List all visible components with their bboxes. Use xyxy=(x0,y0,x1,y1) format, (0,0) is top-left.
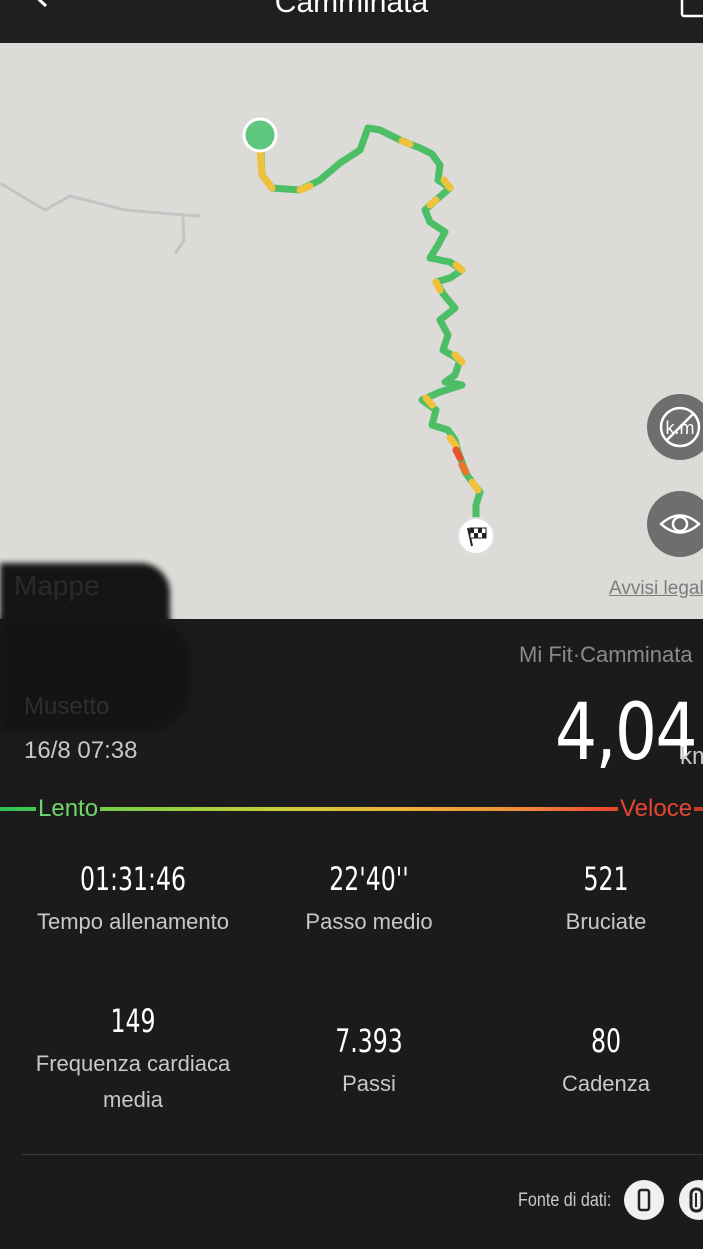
route-segment-medium xyxy=(446,434,460,450)
route-segment-medium xyxy=(426,196,440,209)
page-title: Camminata xyxy=(274,0,429,19)
route-segment-medium xyxy=(256,146,276,192)
route-segment-medium xyxy=(422,394,436,409)
nav-bar: Camminata xyxy=(0,0,703,43)
fitness-band-icon xyxy=(689,1187,703,1213)
stat-heart-rate: 149 Frequenza cardiaca media xyxy=(15,1002,251,1118)
data-source-label: Fonte di dati: xyxy=(518,1190,612,1211)
stat-value: 22'40'' xyxy=(329,860,409,898)
phone-source-button[interactable] xyxy=(624,1180,664,1220)
route-segment-medium xyxy=(452,261,466,274)
eye-icon xyxy=(659,514,701,534)
stat-avg-pace: 22'40'' Passo medio xyxy=(251,860,487,940)
apple-maps-logo: Mappe xyxy=(14,570,100,601)
km-off-icon: k.m xyxy=(659,406,701,448)
route-svg xyxy=(0,117,495,555)
username: Musetto xyxy=(24,693,110,720)
route-segment-medium xyxy=(432,278,444,294)
map-road xyxy=(173,216,186,255)
distance-value: 4,04 xyxy=(555,688,698,778)
stat-cadence: 80 Cadenza xyxy=(488,1022,703,1102)
stat-label: Passi xyxy=(342,1071,396,1096)
start-marker xyxy=(242,117,278,153)
stat-label: Passo medio xyxy=(305,909,433,934)
route-segment-medium xyxy=(440,176,454,192)
stat-value: 521 xyxy=(583,860,629,898)
share-icon[interactable] xyxy=(680,0,703,20)
phone-icon xyxy=(637,1188,651,1212)
stat-label: Bruciate xyxy=(565,909,647,934)
route-segment-slow xyxy=(458,461,470,476)
pace-fast-label: Veloce xyxy=(618,795,695,823)
stat-label: Frequenza cardiaca media xyxy=(35,1051,231,1112)
map-road xyxy=(0,181,201,218)
stat-value: 7.393 xyxy=(335,1022,403,1060)
stat-steps: 7.393 Passi xyxy=(251,1022,487,1102)
divider xyxy=(22,1154,703,1155)
route-segment-slow xyxy=(452,446,464,462)
pace-slow-label: Lento xyxy=(36,795,101,823)
route-segment-medium xyxy=(296,182,314,194)
legal-notices-link[interactable]: Avvisi legali xyxy=(609,578,703,600)
stat-calories: 521 Bruciate xyxy=(488,860,703,940)
route-segment-medium xyxy=(398,137,414,148)
workout-datetime: 16/8 07:38 xyxy=(24,737,138,764)
distance-unit: km xyxy=(680,743,703,770)
stat-value: 149 xyxy=(110,1002,156,1040)
route-segment-medium xyxy=(451,351,466,366)
band-source-button[interactable] xyxy=(679,1180,703,1220)
stat-value: 80 xyxy=(590,1022,622,1060)
workout-source: Mi Fit·Camminata xyxy=(519,642,693,667)
stat-duration: 01:31:46 Tempo allenamento xyxy=(15,860,251,940)
stat-label: Cadenza xyxy=(561,1071,651,1096)
route-segment-medium xyxy=(468,478,482,494)
stat-label: Tempo allenamento xyxy=(36,909,229,934)
stat-value: 01:31:46 xyxy=(79,860,187,898)
route-map[interactable]: k.m Mappe Avvisi legali xyxy=(0,43,703,619)
